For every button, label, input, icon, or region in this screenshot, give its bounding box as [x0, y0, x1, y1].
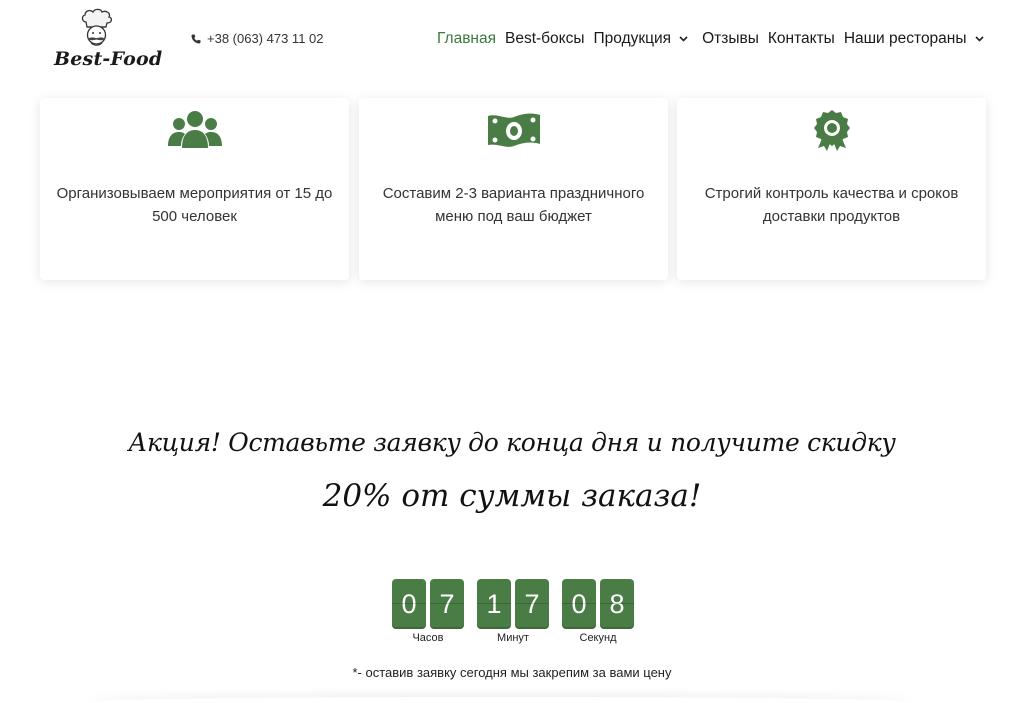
countdown-seconds: 0 8 Секунд [562, 579, 634, 644]
nav-item-label: Отзывы [702, 30, 759, 47]
nav-item-label: Best-боксы [505, 30, 585, 47]
countdown-digit: 8 [600, 579, 634, 629]
countdown-digit: 7 [515, 579, 549, 629]
features-section: Организовываем мероприятия от 15 до 500 … [40, 98, 986, 280]
nav-item-products[interactable]: Продукция [594, 30, 689, 48]
award-icon [804, 108, 860, 152]
nav-item-home[interactable]: Главная [437, 30, 496, 48]
nav-item-label: Контакты [767, 30, 835, 47]
chevron-down-icon [679, 36, 688, 42]
feature-text: Организовываем мероприятия от 15 до 500 … [56, 185, 333, 225]
countdown-digit: 0 [562, 579, 596, 629]
nav-item-restaurants[interactable]: Наши рестораны [844, 30, 984, 48]
feature-card: Составим 2-3 варианта праздничного меню … [359, 98, 668, 280]
section-divider [90, 697, 910, 703]
countdown-hours: 0 7 Часов [392, 579, 464, 644]
chef-logo-icon [81, 8, 113, 46]
feature-text: Строгий контроль качества и сроков доста… [704, 185, 959, 225]
price-lock-note: *- оставив заявку сегодня мы закрепим за… [352, 665, 672, 680]
countdown-digit: 0 [392, 579, 426, 629]
countdown-digit: 7 [430, 579, 464, 629]
site-header: Best-Food +38 (063) 473 11 02 Главная Be… [0, 0, 1024, 82]
countdown-digit: 1 [477, 579, 511, 629]
promo-headline: Акция! Оставьте заявку до конца дня и по… [128, 428, 896, 457]
nav-item-best-boxes[interactable]: Best-боксы [505, 30, 585, 48]
logo-text: Best-Food [54, 48, 163, 70]
feature-card: Строгий контроль качества и сроков доста… [677, 98, 986, 280]
feature-text: Составим 2-3 варианта праздничного меню … [382, 185, 645, 225]
users-icon [167, 108, 223, 152]
chevron-down-icon [974, 36, 984, 42]
promo-discount: 20% от суммы заказа! [322, 478, 702, 514]
countdown-label: Часов [412, 632, 444, 644]
nav-item-label: Продукция [593, 30, 672, 47]
logo[interactable]: Best-Food [50, 8, 162, 74]
feature-card: Организовываем мероприятия от 15 до 500 … [40, 98, 349, 280]
money-icon [486, 108, 542, 152]
countdown-minutes: 1 7 Минут [477, 579, 549, 644]
phone-link[interactable]: +38 (063) 473 11 02 [191, 31, 324, 46]
phone-number: +38 (063) 473 11 02 [207, 31, 324, 46]
nav-item-contacts[interactable]: Контакты [768, 30, 835, 48]
nav-item-label: Главная [437, 30, 496, 47]
countdown-timer: 0 7 Часов 1 7 Минут 0 8 Секунд [392, 579, 634, 649]
nav-item-label: Наши рестораны [843, 30, 967, 47]
nav-item-reviews[interactable]: Отзывы [702, 30, 759, 48]
main-nav: Главная Best-боксы Продукция Отзывы Конт… [437, 27, 984, 51]
countdown-label: Минут [497, 632, 529, 644]
countdown-label: Секунд [579, 632, 617, 644]
phone-icon [191, 34, 201, 43]
